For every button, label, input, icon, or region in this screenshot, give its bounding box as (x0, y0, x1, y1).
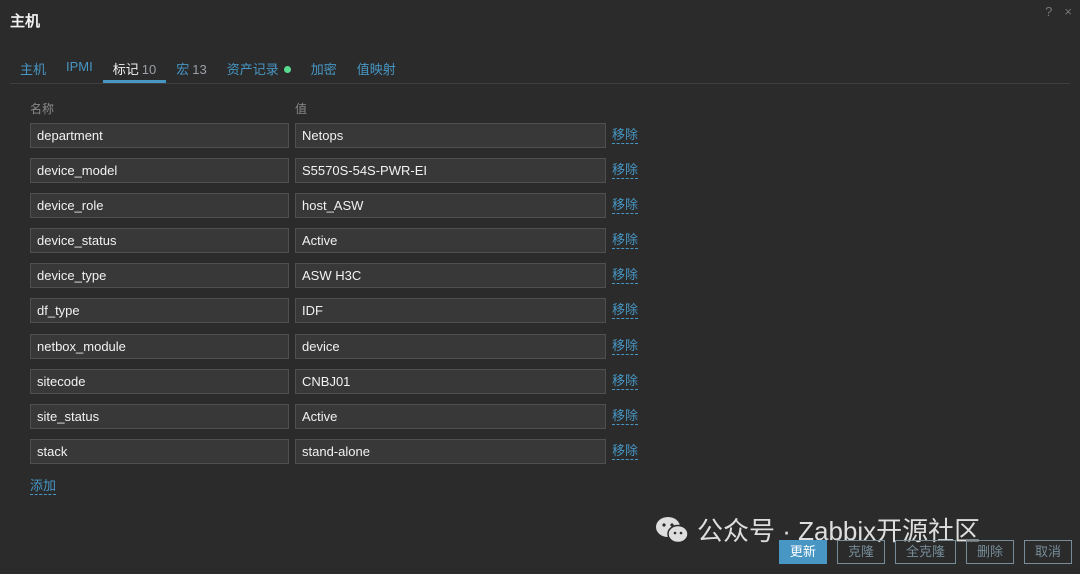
tag-name-input[interactable] (30, 157, 289, 183)
tab-label: IPMI (66, 59, 93, 74)
tag-name-input[interactable] (30, 368, 289, 394)
host-dialog: 主机 ? × 主机 IPMI 标记 10 宏 13 资产记录 加密 值映射 名称 值… (0, 0, 1080, 574)
table-row: 移除 (30, 439, 639, 465)
remove-button[interactable]: 移除 (612, 127, 639, 144)
table-row: 移除 (30, 404, 639, 430)
tab-count: 10 (141, 62, 157, 77)
table-row: 移除 (30, 263, 639, 289)
tab-label: 宏 (176, 62, 190, 77)
tab-host[interactable]: 主机 (10, 54, 56, 83)
tag-value-input[interactable] (295, 333, 606, 359)
tag-name-input[interactable] (30, 298, 289, 324)
cancel-button[interactable]: 取消 (1023, 540, 1072, 564)
table-row: 移除 (30, 228, 639, 254)
tags-table: 移除 移除 移除 移除 移除 移除 移除 (30, 122, 639, 474)
tab-macros[interactable]: 宏 13 (166, 54, 216, 83)
tag-value-input[interactable] (295, 228, 606, 254)
tag-name-input[interactable] (30, 228, 289, 254)
help-icon[interactable]: ? (1045, 4, 1052, 19)
full-clone-button[interactable]: 全克隆 (894, 540, 956, 564)
remove-button[interactable]: 移除 (612, 162, 639, 179)
tab-label: 资产记录 (226, 62, 279, 77)
close-icon[interactable]: × (1064, 4, 1072, 19)
value-column-header: 值 (295, 102, 308, 116)
tag-value-input[interactable] (295, 192, 606, 218)
dialog-controls: ? × (1045, 4, 1072, 19)
tab-label: 主机 (20, 62, 47, 77)
tab-inventory[interactable]: 资产记录 (217, 54, 301, 83)
add-tag-link[interactable]: 添加 (30, 478, 57, 495)
tag-name-input[interactable] (30, 404, 289, 429)
tab-tags[interactable]: 标记 10 (102, 54, 167, 83)
tab-ipmi[interactable]: IPMI (56, 54, 103, 83)
update-button[interactable]: 更新 (778, 540, 827, 564)
table-row: 移除 (30, 157, 639, 183)
remove-button[interactable]: 移除 (612, 408, 639, 425)
remove-button[interactable]: 移除 (612, 197, 639, 214)
name-column-header: 名称 (30, 102, 55, 116)
inventory-status-dot (283, 66, 291, 74)
tag-value-input[interactable] (295, 368, 606, 394)
table-row: 移除 (30, 298, 639, 324)
remove-button[interactable]: 移除 (612, 443, 639, 461)
remove-button[interactable]: 移除 (612, 302, 639, 320)
table-row: 移除 (30, 368, 639, 394)
tag-value-input[interactable] (295, 298, 606, 324)
remove-button[interactable]: 移除 (612, 373, 639, 390)
tab-label: 值映射 (356, 62, 396, 77)
wechat-icon (656, 516, 689, 543)
delete-button[interactable]: 删除 (965, 540, 1014, 564)
tag-value-input[interactable] (295, 439, 606, 465)
tag-name-input[interactable] (30, 263, 289, 289)
dialog-footer: 更新 克隆 全克隆 删除 取消 (778, 540, 1072, 564)
tag-value-input[interactable] (295, 157, 606, 183)
dialog-title: 主机 (10, 13, 41, 30)
table-row: 移除 (30, 122, 639, 148)
remove-button[interactable]: 移除 (612, 338, 639, 355)
clone-button[interactable]: 克隆 (836, 540, 885, 564)
tag-name-input[interactable] (30, 333, 289, 359)
remove-button[interactable]: 移除 (612, 267, 639, 285)
tab-count: 13 (192, 62, 207, 77)
remove-button[interactable]: 移除 (612, 232, 639, 250)
tab-label: 标记 (112, 62, 139, 77)
table-row: 移除 (30, 192, 639, 218)
tab-encryption[interactable]: 加密 (301, 54, 347, 83)
tag-name-input[interactable] (30, 439, 289, 465)
tag-value-input[interactable] (295, 263, 606, 289)
tag-name-input[interactable] (30, 122, 289, 148)
table-row: 移除 (30, 333, 639, 359)
tag-name-input[interactable] (30, 192, 289, 218)
tab-value-mapping[interactable]: 值映射 (347, 54, 406, 83)
tab-bar: 主机 IPMI 标记 10 宏 13 资产记录 加密 值映射 (10, 54, 1070, 84)
tag-value-input[interactable] (295, 404, 606, 429)
tab-label: 加密 (310, 62, 337, 77)
tag-value-input[interactable] (295, 122, 606, 148)
